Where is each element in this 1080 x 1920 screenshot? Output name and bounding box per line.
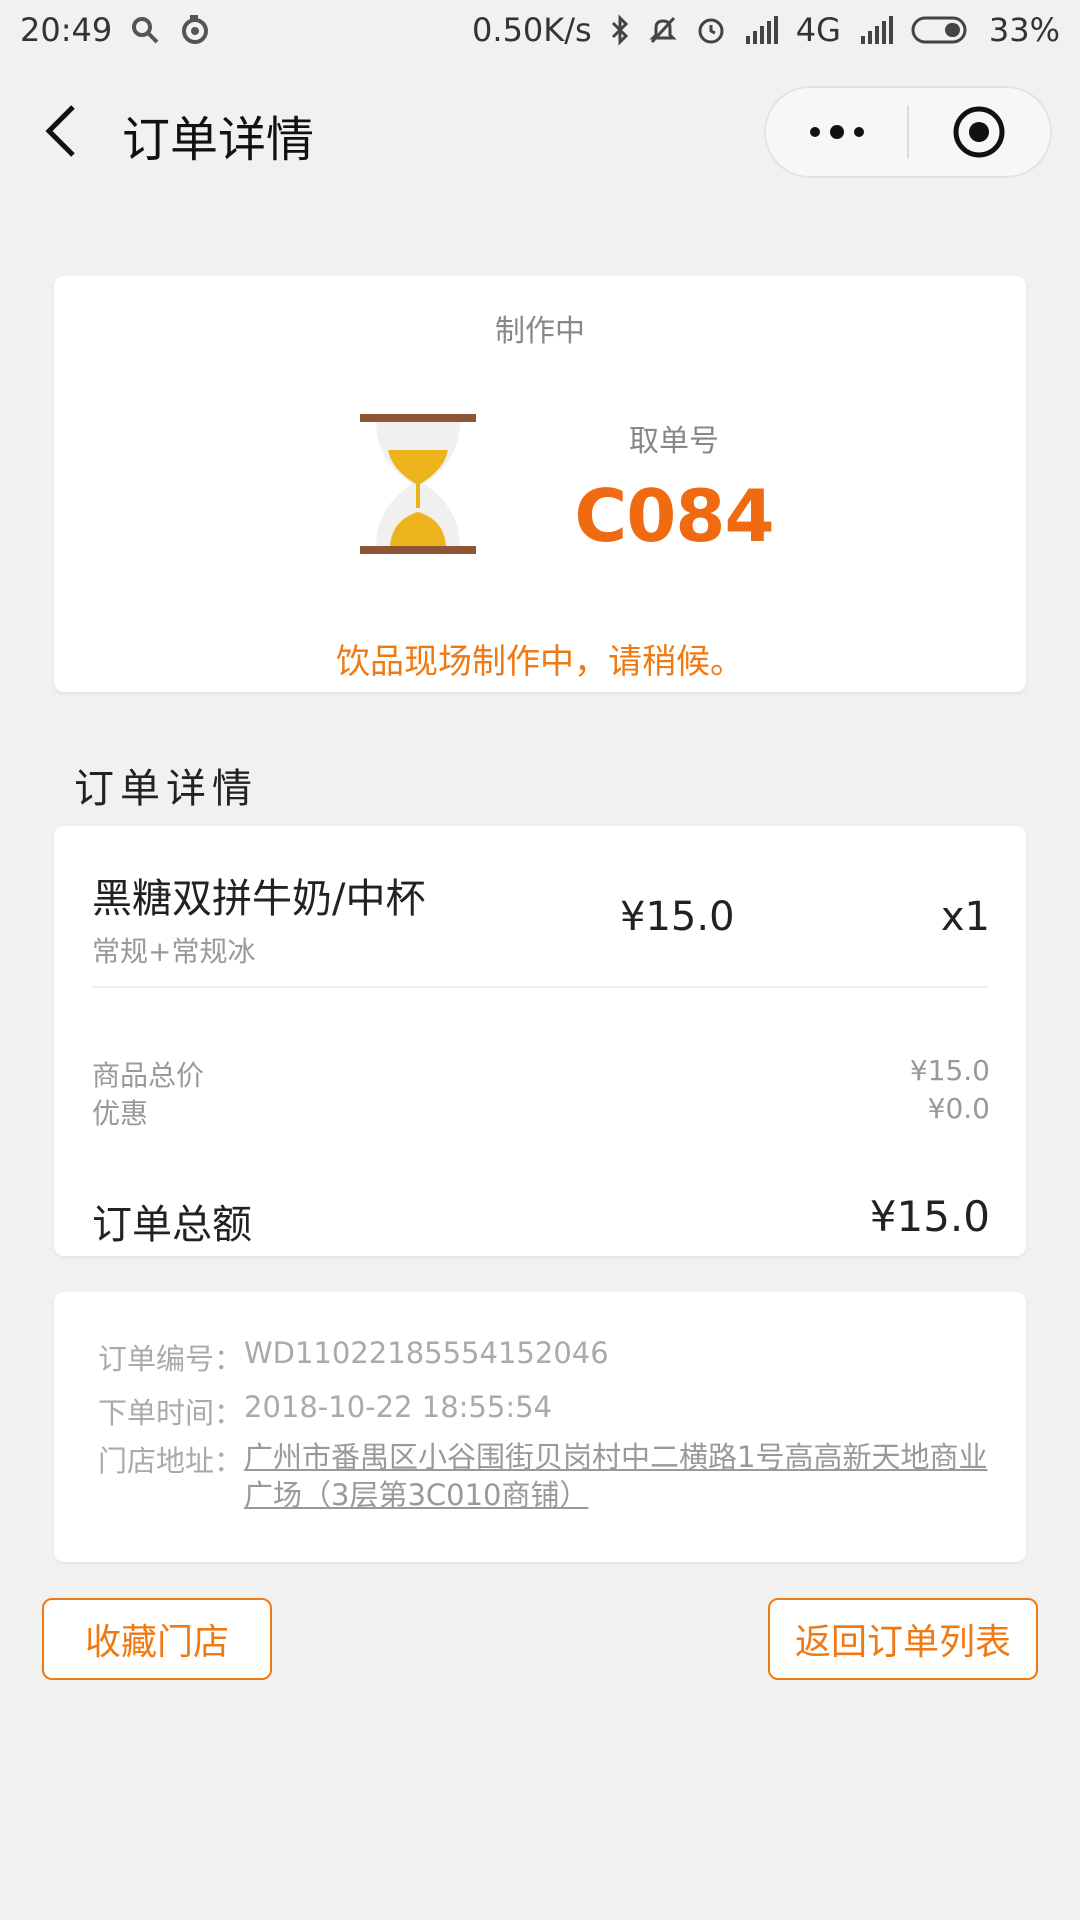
order-time-label: 下单时间：: [98, 1396, 244, 1430]
store-address-link[interactable]: 广州市番禺区小谷围街贝岗村中二横路1号高高新天地商业广场（3层第3C010商铺）: [244, 1438, 990, 1514]
order-status: 制作中: [495, 314, 585, 349]
divider: [92, 986, 988, 988]
item-spec: 常规+常规冰: [92, 935, 256, 968]
subtotal-value: ¥15.0: [909, 1054, 990, 1087]
more-button[interactable]: [766, 88, 907, 176]
total-label: 订单总额: [92, 1202, 252, 1248]
order-detail-card: 黑糖双拼牛奶/中杯 常规+常规冰 ¥15.0 x1 商品总价 ¥15.0 优惠 …: [54, 826, 1026, 1256]
status-bar: 20:49 0.50K/s 4G 33%: [0, 0, 1080, 60]
item-quantity: x1: [940, 894, 990, 940]
back-to-list-button[interactable]: 返回订单列表: [768, 1598, 1038, 1680]
back-button[interactable]: [36, 96, 86, 166]
signal-icon: [859, 16, 893, 44]
more-dots-icon: [809, 125, 864, 139]
status-message: 饮品现场制作中，请稍候。: [336, 642, 744, 682]
item-price: ¥15.0: [620, 894, 735, 940]
search-icon: [130, 15, 160, 45]
pickup-block: 取单号 C084: [554, 416, 794, 558]
mute-icon: [648, 15, 678, 45]
discount-label: 优惠: [92, 1097, 149, 1130]
subtotal-label: 商品总价: [92, 1059, 205, 1092]
capsule-menu: [764, 86, 1052, 178]
bluetooth-icon: [610, 14, 630, 46]
status-left: 20:49: [20, 11, 212, 49]
order-number-row: 订单编号： WD11022185554152046: [98, 1336, 609, 1378]
chevron-left-icon: [45, 105, 75, 157]
battery-icon: [911, 15, 971, 45]
order-time-row: 下单时间： 2018-10-22 18:55:54: [98, 1390, 552, 1432]
close-button[interactable]: [909, 88, 1050, 176]
pickup-code: C084: [574, 474, 774, 558]
favorite-store-button[interactable]: 收藏门店: [42, 1598, 272, 1680]
status-right: 0.50K/s 4G 33%: [472, 11, 1060, 49]
order-info-card: 订单编号： WD11022185554152046 下单时间： 2018-10-…: [54, 1292, 1026, 1562]
item-name: 黑糖双拼牛奶/中杯: [92, 876, 426, 922]
order-time: 2018-10-22 18:55:54: [244, 1390, 552, 1424]
network-type: 4G: [795, 11, 841, 49]
battery-level: 33%: [988, 11, 1060, 49]
store-address-row: 门店地址： 广州市番禺区小谷围街贝岗村中二横路1号高高新天地商业广场（3层第3C…: [98, 1438, 990, 1514]
signal-icon: [744, 16, 778, 44]
order-number: WD11022185554152046: [244, 1336, 609, 1370]
order-status-card: 制作中 取单号 C084 饮品现场制作中，请稍候。: [54, 276, 1026, 692]
discount-value: ¥0.0: [927, 1092, 990, 1125]
pickup-label: 取单号: [629, 424, 719, 459]
section-heading: 订单详情: [74, 766, 258, 812]
nav-bar: 订单详情: [0, 70, 1080, 190]
status-time: 20:49: [20, 11, 113, 49]
order-number-label: 订单编号：: [98, 1342, 244, 1376]
network-speed: 0.50K/s: [472, 11, 592, 49]
target-icon: [953, 106, 1005, 158]
total-value: ¥15.0: [869, 1192, 990, 1241]
store-address-label: 门店地址：: [98, 1444, 244, 1478]
alarm-icon: [696, 15, 726, 45]
hourglass-icon: [360, 414, 476, 554]
netease-icon: [178, 13, 212, 47]
page-title: 订单详情: [122, 112, 315, 168]
